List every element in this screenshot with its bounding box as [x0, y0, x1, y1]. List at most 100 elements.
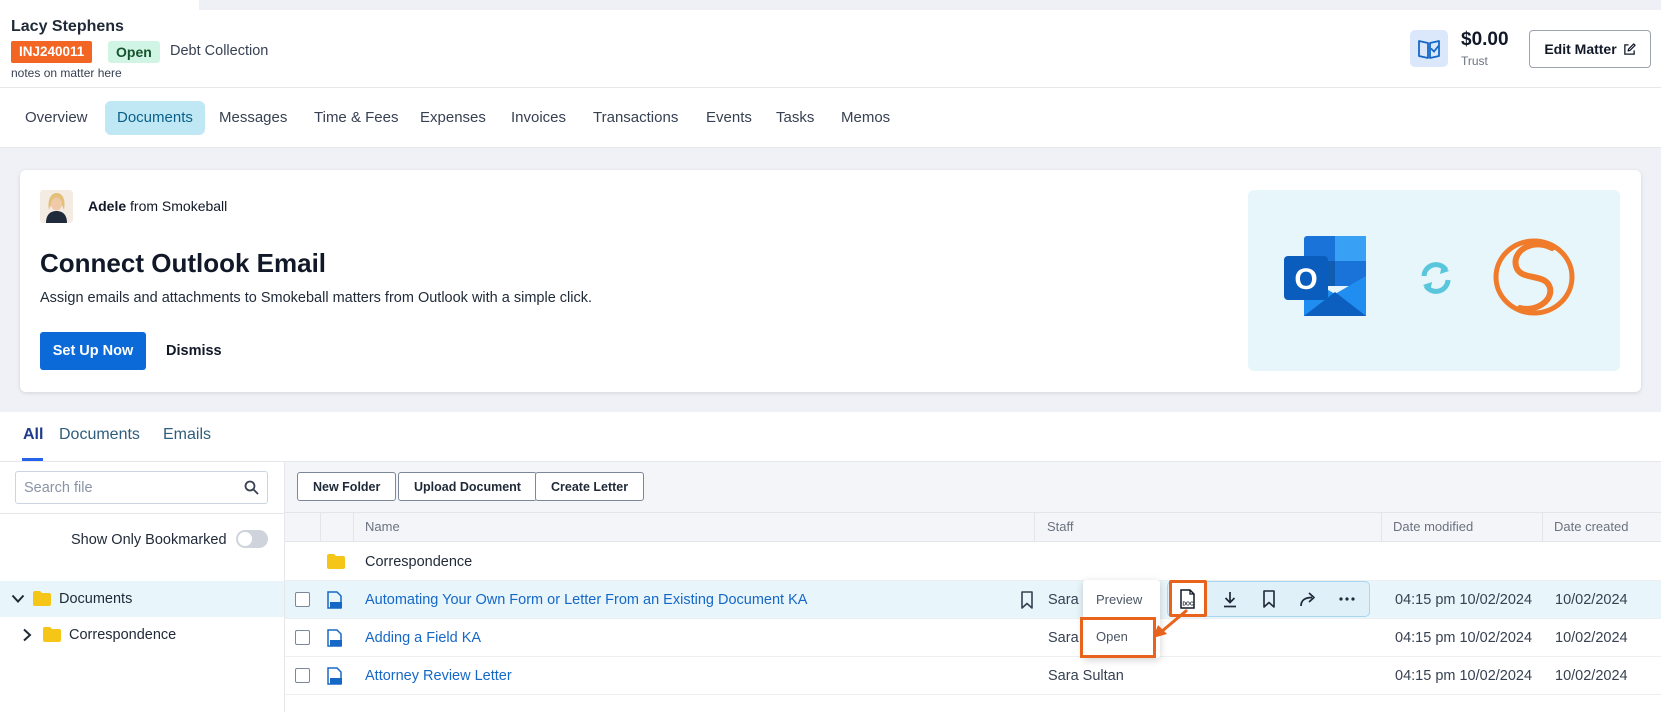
chevron-down-icon[interactable] [11, 594, 25, 604]
more-icon [1339, 597, 1355, 601]
download-icon [1224, 591, 1236, 607]
header-divider [0, 87, 1661, 88]
bookmark-action[interactable] [1258, 588, 1280, 610]
folder-name[interactable]: Correspondence [365, 554, 472, 570]
doc-file-icon [327, 591, 342, 609]
edit-matter-label: Edit Matter [1544, 41, 1617, 57]
folder-icon [33, 591, 51, 606]
download-action[interactable] [1219, 588, 1241, 610]
date-created: 10/02/2024 [1555, 592, 1628, 608]
tree-item-label: Documents [59, 591, 133, 607]
tree-item-documents[interactable]: Documents [0, 581, 284, 617]
share-action[interactable] [1297, 588, 1319, 610]
tab-time-fees[interactable]: Time & Fees [302, 101, 410, 135]
column-header-name[interactable]: Name [365, 519, 400, 534]
more-actions[interactable] [1336, 588, 1358, 610]
matter-number-badge: INJ240011 [11, 41, 93, 63]
column-divider [1542, 512, 1543, 542]
subtab-all[interactable]: All [23, 426, 43, 444]
bookmark-icon[interactable] [1020, 591, 1034, 609]
search-divider [0, 513, 284, 514]
trust-account-button[interactable] [1410, 30, 1448, 67]
folder-icon [43, 627, 61, 642]
new-folder-button[interactable]: New Folder [297, 472, 397, 501]
edit-matter-button[interactable]: Edit Matter [1529, 30, 1651, 68]
promo-sender-name: Adele [88, 198, 127, 214]
tab-invoices[interactable]: Invoices [499, 101, 578, 135]
chevron-right-icon[interactable] [22, 628, 32, 642]
bookmark-toggle-label: Show Only Bookmarked [71, 532, 227, 548]
document-name[interactable]: Adding a Field KA [365, 630, 481, 646]
tab-overview[interactable]: Overview [13, 101, 100, 135]
search-field [15, 471, 268, 504]
set-up-now-button[interactable]: Set Up Now [40, 332, 146, 370]
status-badge: Open [108, 41, 160, 63]
row-checkbox[interactable] [295, 630, 310, 645]
smokeball-logo-icon [1493, 238, 1575, 316]
tree-item-correspondence[interactable]: Correspondence [0, 617, 284, 653]
row-checkbox[interactable] [295, 592, 310, 607]
tab-documents[interactable]: Documents [105, 101, 205, 135]
table-row[interactable]: Automating Your Own Form or Letter From … [285, 581, 1661, 619]
tab-tasks[interactable]: Tasks [764, 101, 826, 135]
table-row[interactable]: Adding a Field KA Sara 04:15 pm 10/02/20… [285, 619, 1661, 657]
upload-document-button[interactable]: Upload Document [398, 472, 537, 501]
search-icon[interactable] [244, 480, 259, 495]
tab-events[interactable]: Events [694, 101, 764, 135]
avatar [40, 190, 73, 223]
column-divider [353, 512, 354, 542]
date-modified: 04:15 pm 10/02/2024 [1395, 668, 1533, 684]
matter-type: Debt Collection [170, 43, 269, 59]
bookmark-toggle[interactable] [236, 530, 268, 548]
column-header-date-created[interactable]: Date created [1554, 519, 1628, 534]
staff-name: Sara Sultan [1048, 668, 1124, 684]
annotation-arrow [1153, 609, 1188, 638]
matter-notes: notes on matter here [11, 66, 122, 80]
promo-description: Assign emails and attachments to Smokeba… [40, 290, 593, 306]
tab-messages[interactable]: Messages [207, 101, 299, 135]
doc-open-icon: DOC [1180, 589, 1195, 609]
tab-transactions[interactable]: Transactions [581, 101, 690, 135]
date-modified: 04:15 pm 10/02/2024 [1395, 630, 1533, 646]
doc-icon-text: DOC [1182, 602, 1194, 608]
promo-title: Connect Outlook Email [40, 248, 327, 278]
edit-icon [1623, 42, 1636, 55]
book-check-icon [1418, 39, 1440, 59]
tab-memos[interactable]: Memos [829, 101, 902, 135]
document-name[interactable]: Attorney Review Letter [365, 668, 512, 684]
subtab-documents[interactable]: Documents [59, 426, 140, 444]
date-modified: 04:15 pm 10/02/2024 [1395, 592, 1533, 608]
create-letter-button[interactable]: Create Letter [535, 472, 645, 501]
open-doc-action[interactable]: DOC [1177, 588, 1199, 610]
column-divider [1381, 512, 1382, 542]
search-input[interactable] [24, 479, 234, 497]
column-divider [1034, 512, 1035, 542]
column-header-date-modified[interactable]: Date modified [1393, 519, 1473, 534]
document-name[interactable]: Automating Your Own Form or Letter From … [365, 592, 807, 608]
column-header-staff[interactable]: Staff [1047, 519, 1074, 534]
trust-label: Trust [1461, 54, 1488, 68]
sync-icon [1421, 262, 1451, 294]
column-divider [320, 512, 321, 542]
date-created: 10/02/2024 [1555, 630, 1628, 646]
tab-expenses[interactable]: Expenses [408, 101, 498, 135]
open-menu-item[interactable]: Open [1096, 629, 1128, 644]
dismiss-button[interactable]: Dismiss [158, 332, 230, 370]
doc-file-icon [327, 667, 342, 685]
outlook-letter: O [1294, 263, 1317, 296]
subtab-emails[interactable]: Emails [163, 426, 211, 444]
tree-item-label: Correspondence [69, 627, 177, 643]
table-row[interactable]: Correspondence [285, 543, 1661, 581]
outlook-logo-icon: O [1284, 236, 1366, 316]
row-checkbox[interactable] [295, 668, 310, 683]
table-row[interactable]: Attorney Review Letter Sara Sultan 04:15… [285, 657, 1661, 695]
promo-from-text: from Smokeball [130, 198, 228, 214]
bookmark-icon [1263, 590, 1275, 608]
client-name: Lacy Stephens [11, 18, 124, 35]
trust-amount: $0.00 [1461, 29, 1509, 50]
promo-illustration: O [1248, 190, 1620, 371]
preview-menu-item[interactable]: Preview [1096, 592, 1142, 607]
doc-file-icon [327, 629, 342, 647]
date-created: 10/02/2024 [1555, 668, 1628, 684]
share-icon [1299, 591, 1315, 606]
